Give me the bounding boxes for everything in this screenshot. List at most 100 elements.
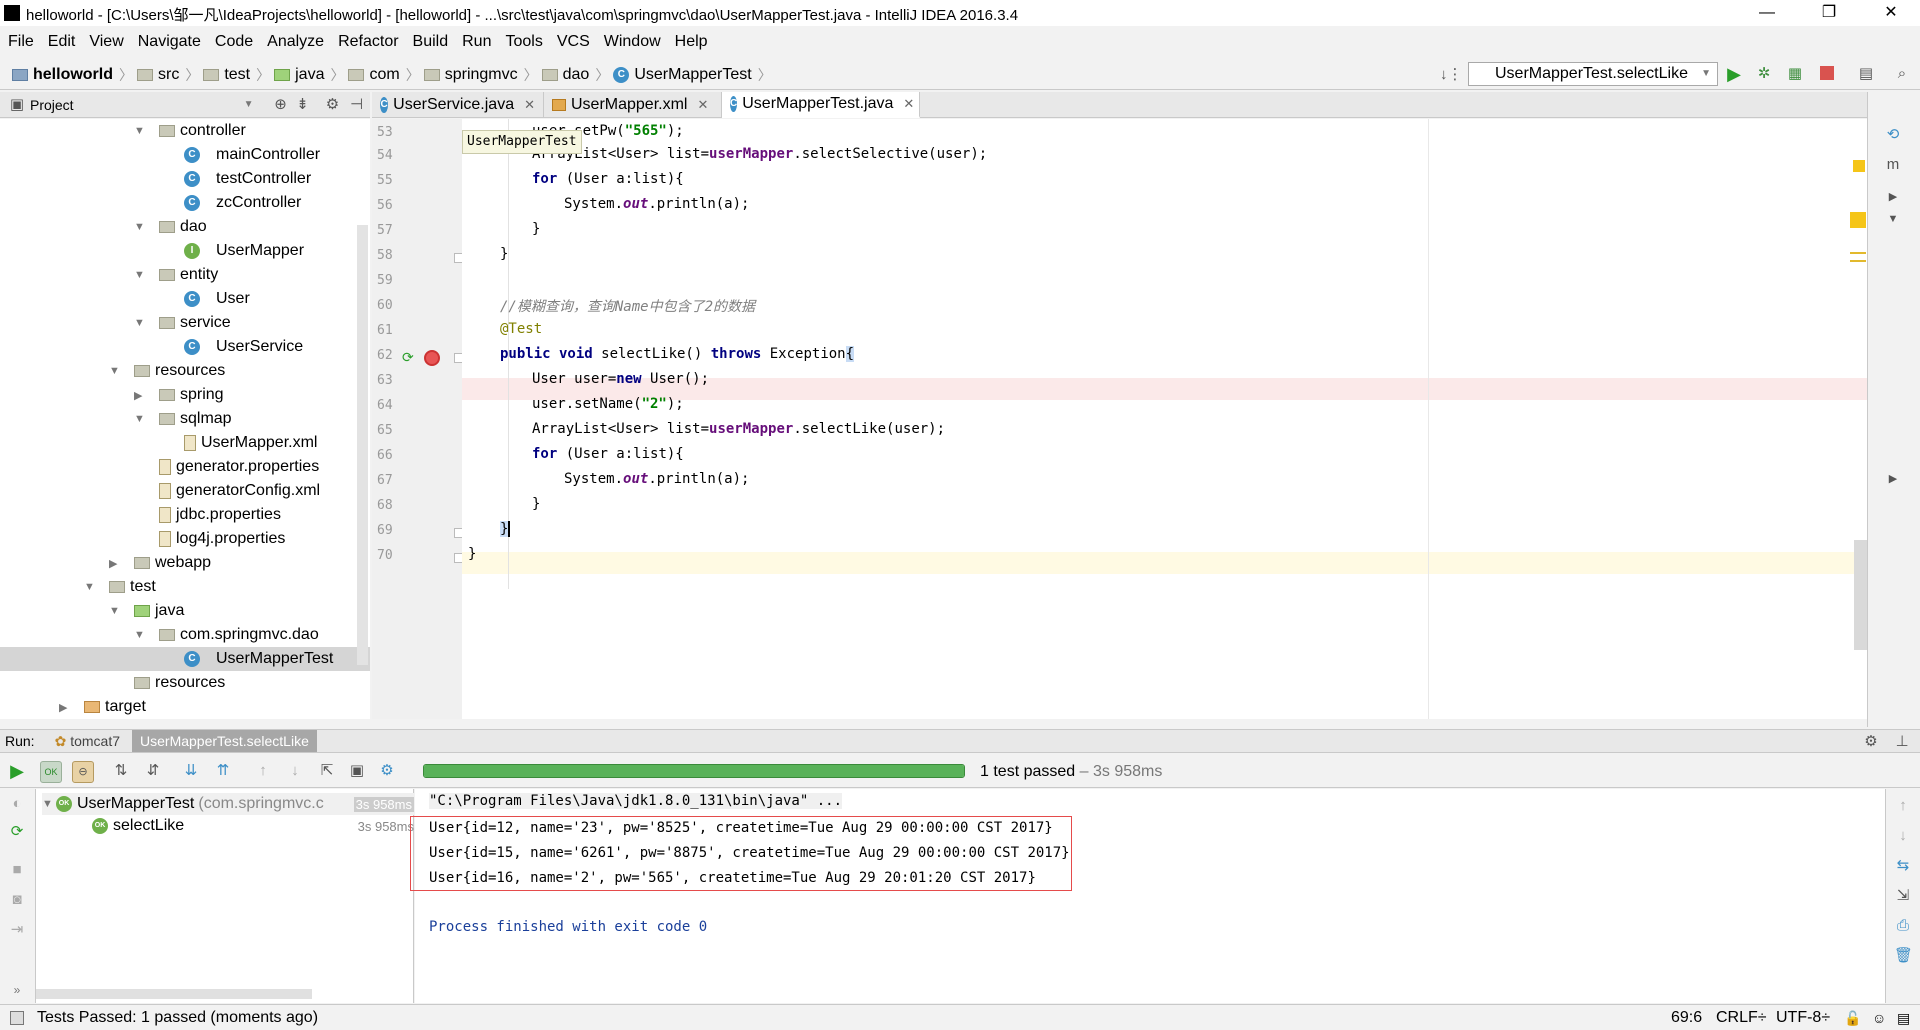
hide-panel-icon[interactable]: ⊣ [347, 96, 365, 114]
menu-analyze[interactable]: Analyze [267, 33, 324, 51]
arrow-down-icon[interactable]: ▼ [1884, 210, 1902, 228]
locate-icon[interactable]: ⊕ [271, 96, 289, 114]
event-log-icon[interactable]: ▤ [1897, 1010, 1910, 1027]
tree-node[interactable]: ▶ spring [134, 383, 224, 407]
chevron-down-icon[interactable]: ▼ [134, 317, 148, 329]
marker-stripe[interactable] [1850, 260, 1866, 262]
horizontal-scrollbar[interactable] [36, 989, 312, 999]
scroll-to-end-icon[interactable]: ⇲ [1894, 887, 1912, 905]
editor-scrollbar[interactable] [1854, 540, 1867, 650]
menu-code[interactable]: Code [215, 33, 253, 51]
print-icon[interactable]: ⎙ [1894, 917, 1912, 935]
close-button[interactable]: ✕ [1868, 0, 1914, 26]
tree-node[interactable]: CtestController [184, 167, 311, 191]
chevron-down-icon[interactable]: ▼ [244, 99, 254, 110]
menu-build[interactable]: Build [413, 33, 449, 51]
menu-refactor[interactable]: Refactor [338, 33, 398, 51]
export-icon[interactable]: ⇱ [318, 762, 336, 780]
tree-node[interactable]: ▼ entity [134, 263, 218, 287]
breadcrumb-com[interactable]: com 〉 [348, 65, 420, 85]
exit-icon[interactable]: ⇥ [8, 921, 26, 939]
breadcrumb-java[interactable]: java 〉 [274, 65, 344, 85]
down-icon[interactable]: ↓ [1894, 827, 1912, 845]
more-icon[interactable]: » [8, 981, 26, 999]
tool-windows-icon[interactable] [10, 1011, 24, 1025]
expand-all-icon[interactable]: ⇊ [182, 762, 200, 780]
project-view-select[interactable]: Project [30, 97, 74, 113]
up-icon[interactable]: ↑ [1894, 797, 1912, 815]
history-icon[interactable]: ▣ [348, 762, 366, 780]
breadcrumb-test[interactable]: test 〉 [203, 65, 270, 85]
menu-vcs[interactable]: VCS [557, 33, 590, 51]
chevron-down-icon[interactable]: ▼ [109, 605, 123, 617]
arrow-right-icon[interactable]: ▶ [1884, 470, 1902, 488]
hide-panel-icon[interactable]: ⊥ [1893, 733, 1911, 751]
breadcrumb-project[interactable]: helloworld 〉 [12, 65, 133, 85]
settings-icon[interactable]: ⚙ [378, 762, 396, 780]
lock-icon[interactable]: 🔓 [1844, 1010, 1861, 1027]
stop-icon[interactable]: ■ [8, 861, 26, 879]
next-icon[interactable]: ↓ [286, 762, 304, 780]
stop-icon[interactable] [1818, 66, 1836, 84]
chevron-right-icon[interactable]: ▶ [134, 389, 148, 402]
sort-duration-icon[interactable]: ⇵ [144, 762, 162, 780]
coverage-icon[interactable]: ▦ [1786, 65, 1804, 83]
menu-tools[interactable]: Tools [505, 33, 542, 51]
tree-node[interactable]: CmainController [184, 143, 320, 167]
run-icon[interactable]: ▶ [1725, 65, 1743, 83]
gear-icon[interactable]: ⚙ [323, 96, 341, 114]
breadcrumb-src[interactable]: src 〉 [137, 65, 199, 85]
show-ignored-icon[interactable]: ⊖ [72, 761, 94, 783]
menu-navigate[interactable]: Navigate [138, 33, 201, 51]
breakpoint-icon[interactable] [424, 350, 440, 366]
warning-stripe-icon[interactable] [1853, 160, 1865, 172]
tree-node[interactable]: generator.properties [159, 455, 319, 479]
collapse-all-icon[interactable]: ⇈ [214, 762, 232, 780]
tree-node[interactable]: ▶ target [59, 695, 146, 719]
chevron-down-icon[interactable]: ▼ [84, 581, 98, 593]
caret-position[interactable]: 69:6 [1671, 1009, 1702, 1027]
menu-run[interactable]: Run [462, 33, 491, 51]
tab-usermappertest-selectlike[interactable]: UserMapperTest.selectLike [132, 730, 317, 752]
warning-marker-icon[interactable] [1850, 212, 1866, 228]
tree-node[interactable]: I UserMapper [184, 239, 304, 263]
minimize-button[interactable]: — [1744, 0, 1790, 26]
test-node-method[interactable]: OK selectLike 3s 958ms [92, 815, 414, 837]
chevron-down-icon[interactable]: ▼ [134, 629, 148, 641]
menu-help[interactable]: Help [675, 33, 708, 51]
menu-file[interactable]: File [8, 33, 34, 51]
tree-node[interactable]: generatorConfig.xml [159, 479, 320, 503]
restore-button[interactable]: ❐ [1806, 0, 1852, 26]
sync-icon[interactable]: ⟲ [1884, 126, 1902, 144]
breadcrumb-springmvc[interactable]: springmvc 〉 [423, 65, 538, 85]
console-output[interactable]: "C:\Program Files\Java\jdk1.8.0_131\bin\… [410, 789, 1885, 1003]
sort-alpha-icon[interactable]: ⇅ [112, 762, 130, 780]
chevron-down-icon[interactable]: ▼ [109, 365, 123, 377]
wrap-icon[interactable]: ⇆ [1894, 857, 1912, 875]
code-editor[interactable]: user.setPw("565"); ArrayList<User> list=… [462, 119, 1867, 719]
chevron-down-icon[interactable]: ▼ [134, 413, 148, 425]
build-icon[interactable]: ↓⋮ [1440, 66, 1463, 84]
tree-node[interactable]: C User [184, 287, 250, 311]
chevron-down-icon[interactable]: ▼ [134, 125, 148, 137]
tree-node[interactable]: ▼ test [84, 575, 156, 599]
tree-node[interactable]: ▼ java [109, 599, 184, 623]
line-separator[interactable]: CRLF÷ [1716, 1009, 1767, 1027]
camera-icon[interactable]: ◙ [8, 891, 26, 909]
settings-icon[interactable]: ⚙ [1862, 733, 1880, 751]
arrow-right-icon[interactable]: ▶ [1884, 188, 1902, 206]
marker-stripe[interactable] [1850, 252, 1866, 254]
run-test-gutter-icon[interactable]: ⟳ [402, 349, 414, 366]
project-scrollbar[interactable] [357, 225, 368, 665]
tree-node[interactable]: ▼ dao [134, 215, 207, 239]
tree-node[interactable]: C UserService [184, 335, 303, 359]
breadcrumb-usermappertest[interactable]: C UserMapperTest 〉 [613, 65, 772, 85]
tree-node[interactable]: ▼ resources [109, 359, 225, 383]
tree-node[interactable]: resources [134, 671, 225, 695]
file-encoding[interactable]: UTF-8÷ [1776, 1009, 1830, 1027]
close-icon[interactable]: ✕ [524, 97, 535, 113]
tab-userservice[interactable]: C UserService.java ✕ [372, 92, 544, 118]
previous-icon[interactable]: ↑ [254, 762, 272, 780]
tab-usermappertest[interactable]: C UserMapperTest.java ✕ [722, 92, 920, 118]
tree-node[interactable]: CzcController [184, 191, 301, 215]
